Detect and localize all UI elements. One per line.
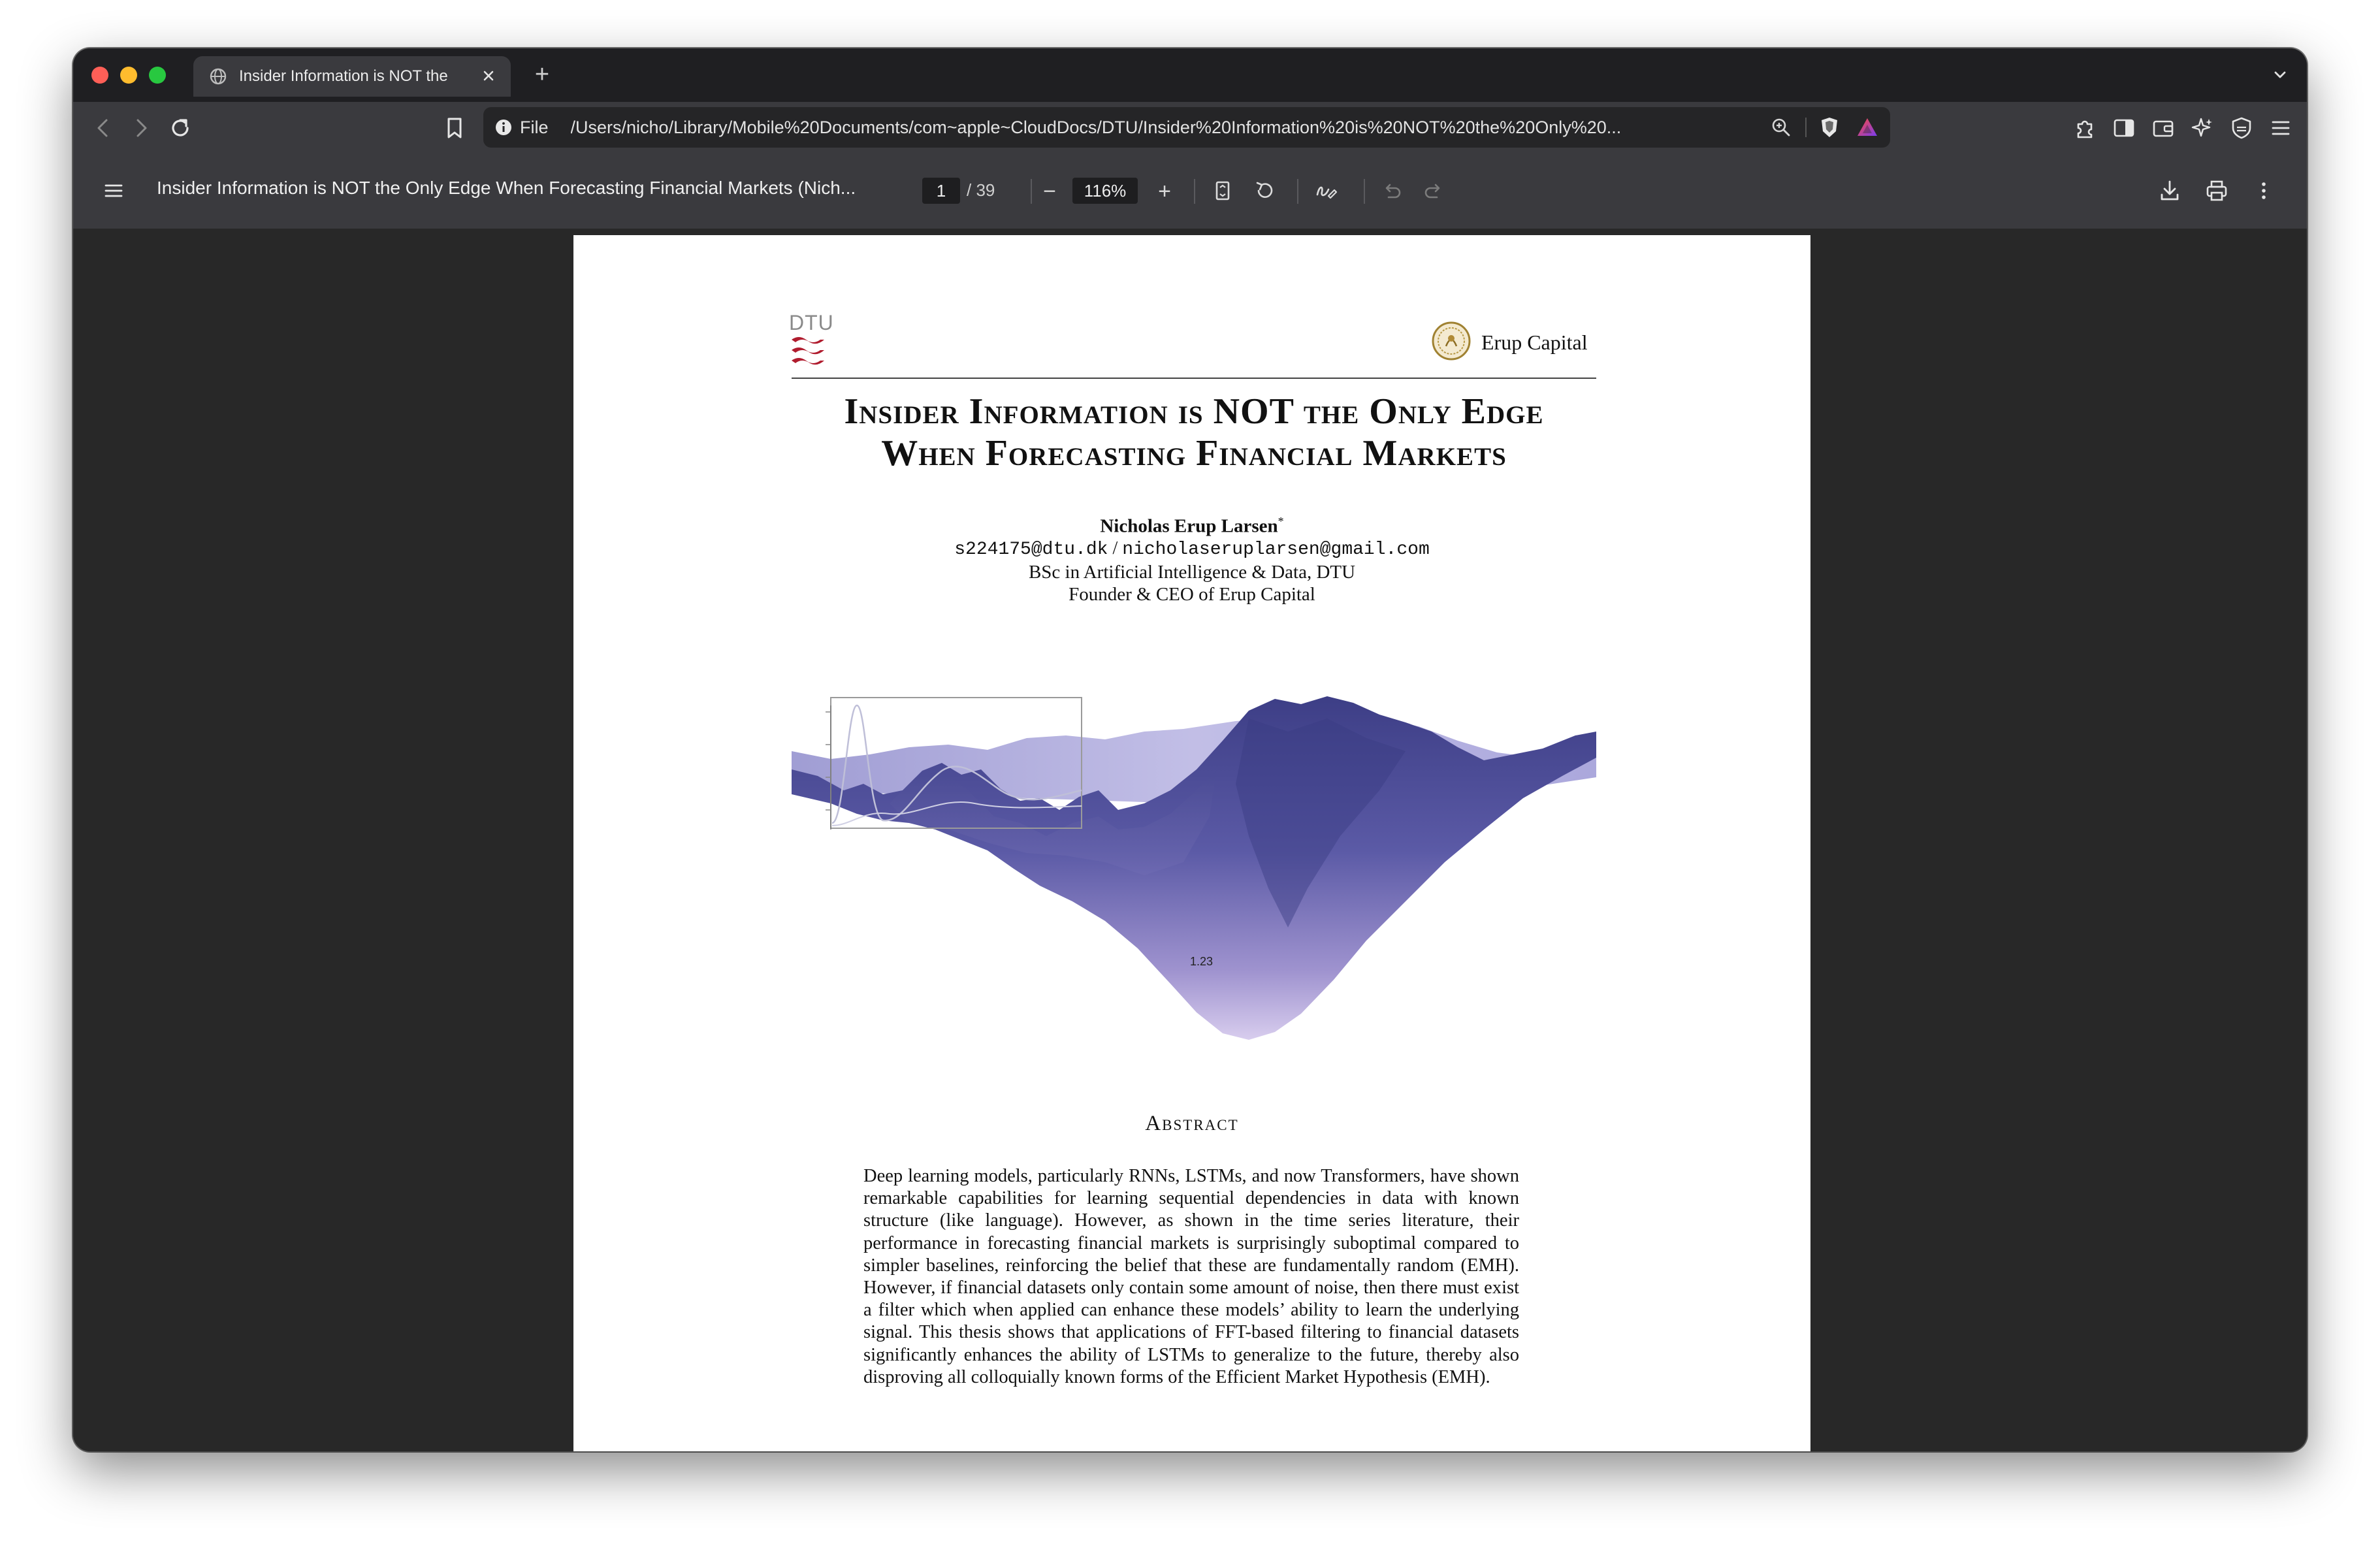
abstract-heading: Abstract	[1145, 1112, 1239, 1135]
tab-list-chevron-icon[interactable]	[2270, 65, 2290, 88]
sidebar-toggle-icon[interactable]	[2111, 115, 2137, 144]
email-dtu[interactable]: s224175@dtu.dk	[954, 540, 1108, 560]
zoom-indicator-icon[interactable]	[1770, 116, 1792, 138]
email-separator: /	[1108, 538, 1123, 558]
tab-strip: Insider Information is NOT the +	[73, 48, 2307, 102]
zoom-level-input[interactable]: 116%	[1072, 178, 1138, 204]
page-number-input[interactable]: 1	[922, 178, 960, 204]
rotate-icon[interactable]	[1251, 178, 1278, 207]
url-divider	[1805, 118, 1807, 137]
active-tab[interactable]: Insider Information is NOT the	[193, 56, 511, 97]
figure-value-label: 1.23	[1190, 955, 1213, 968]
author-name: Nicholas Erup Larsen*	[573, 515, 1810, 538]
dtu-logo-text: DTU	[789, 311, 834, 334]
redo-icon[interactable]	[1421, 179, 1446, 207]
dtu-logo-icon	[789, 334, 828, 370]
zoom-window-button[interactable]	[149, 67, 166, 84]
wallet-icon[interactable]	[2150, 115, 2176, 144]
address-bar[interactable]: File /Users/nicho/Library/Mobile%20Docum…	[483, 107, 1890, 148]
vpn-shield-icon[interactable]	[2228, 115, 2255, 144]
tab-title: Insider Information is NOT the	[239, 67, 448, 85]
author-name-text: Nicholas Erup Larsen	[1100, 515, 1278, 537]
toolbar-divider	[1297, 179, 1298, 204]
abstract-body: Deep learning models, particularly RNNs,…	[863, 1166, 1519, 1387]
brave-rewards-icon[interactable]	[1855, 115, 1880, 140]
pdf-viewer[interactable]: DTU Erup Capital Insider Information is …	[73, 229, 2307, 1451]
print-icon[interactable]	[2204, 178, 2230, 207]
paper-title-line-2: When Forecasting Financial Markets	[881, 433, 1507, 474]
paper-title: Insider Information is NOT the Only Edge…	[726, 391, 1662, 474]
extensions-icon[interactable]	[2072, 115, 2098, 144]
main-menu-icon[interactable]	[2268, 115, 2294, 144]
forward-icon[interactable]	[128, 115, 154, 144]
paper-title-line-1: Insider Information is NOT the Only Edge	[844, 391, 1544, 432]
undo-icon[interactable]	[1379, 179, 1404, 207]
zoom-in-button[interactable]: +	[1151, 178, 1178, 205]
close-tab-icon[interactable]	[479, 67, 498, 85]
zoom-out-button[interactable]: −	[1036, 178, 1063, 205]
download-icon[interactable]	[2157, 178, 2183, 207]
pdf-toolbar: Insider Information is NOT the Only Edge…	[73, 154, 2307, 229]
browser-window: Insider Information is NOT the + File /U…	[73, 48, 2307, 1451]
back-icon[interactable]	[90, 115, 116, 144]
toolbar-divider	[1364, 179, 1365, 204]
erup-capital-seal-icon	[1430, 320, 1472, 365]
new-tab-button[interactable]: +	[528, 60, 556, 89]
navigation-bar: File /Users/nicho/Library/Mobile%20Docum…	[73, 102, 2307, 154]
reload-icon[interactable]	[166, 114, 195, 146]
header-rule	[792, 378, 1596, 379]
minimize-window-button[interactable]	[120, 67, 137, 84]
page-count: / 39	[967, 180, 995, 200]
author-emails: s224175@dtu.dk / nicholaseruplarsen@gmai…	[573, 538, 1810, 560]
pdf-menu-icon[interactable]	[101, 178, 127, 207]
leo-ai-icon[interactable]	[2189, 115, 2215, 144]
draw-annotation-icon[interactable]	[1313, 178, 1339, 207]
author-footnote-mark: *	[1278, 515, 1284, 528]
url-scheme-label: File	[520, 117, 549, 137]
brave-shields-icon[interactable]	[1817, 115, 1842, 140]
erup-capital-logo-text: Erup Capital	[1481, 331, 1588, 354]
more-options-icon[interactable]	[2251, 178, 2277, 207]
author-role: Founder & CEO of Erup Capital	[1069, 584, 1315, 605]
pdf-document-title: Insider Information is NOT the Only Edge…	[157, 178, 856, 198]
pdf-page: DTU Erup Capital Insider Information is …	[573, 235, 1810, 1451]
author-affiliation: BSc in Artificial Intelligence & Data, D…	[1028, 562, 1356, 583]
info-icon[interactable]	[494, 118, 513, 137]
toolbar-divider	[1031, 179, 1032, 204]
url-text[interactable]: /Users/nicho/Library/Mobile%20Documents/…	[571, 118, 1740, 138]
cover-surface-figure: 1.23	[792, 692, 1596, 1061]
fit-page-icon[interactable]	[1210, 178, 1236, 207]
toolbar-divider	[1194, 179, 1195, 204]
email-gmail[interactable]: nicholaseruplarsen@gmail.com	[1122, 540, 1429, 560]
close-window-button[interactable]	[91, 67, 108, 84]
globe-icon	[209, 67, 227, 86]
bookmark-icon[interactable]	[440, 114, 469, 146]
